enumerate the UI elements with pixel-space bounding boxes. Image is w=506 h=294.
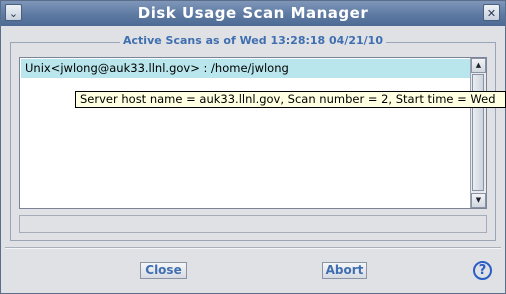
group-title: Active Scans as of Wed 13:28:18 04/21/10 [1,34,505,47]
tooltip: Server host name = auk33.llnl.gov, Scan … [75,91,506,108]
window-close-button[interactable]: ✕ [483,4,500,21]
close-icon: ✕ [486,7,497,20]
help-icon[interactable]: ? [473,261,492,280]
scroll-down-button[interactable]: ▼ [471,193,486,208]
dialog-window: ⌄ Disk Usage Scan Manager ✕ Active Scans… [0,0,506,294]
close-button[interactable]: Close [140,262,187,279]
window-title: Disk Usage Scan Manager [137,4,369,22]
vertical-scrollbar[interactable]: ▲ ▼ [470,58,486,208]
scroll-up-button[interactable]: ▲ [471,58,486,73]
status-bar [19,215,487,233]
group-title-text: Active Scans as of Wed 13:28:18 04/21/10 [120,34,386,47]
abort-button[interactable]: Abort [322,262,367,279]
list-item[interactable]: Unix<jwlong@auk33.llnl.gov> : /home/jwlo… [21,59,470,78]
scan-list[interactable]: Unix<jwlong@auk33.llnl.gov> : /home/jwlo… [19,57,487,209]
title-bar[interactable]: ⌄ Disk Usage Scan Manager ✕ [1,1,505,26]
separator [5,247,501,249]
